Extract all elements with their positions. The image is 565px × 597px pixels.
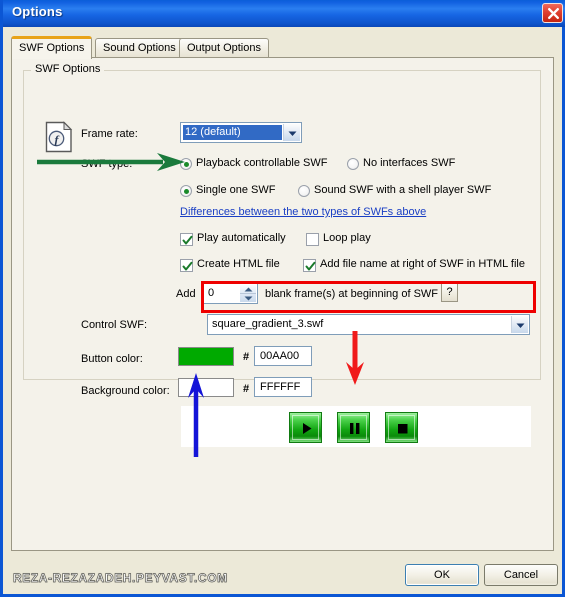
checkbox-label: Loop play <box>323 232 371 244</box>
title-bar: Options <box>3 0 565 27</box>
tab-label: Sound Options <box>103 42 176 54</box>
chevron-down-icon[interactable] <box>283 124 300 141</box>
button-color-hash: # <box>243 351 250 363</box>
tab-label: Output Options <box>187 42 261 54</box>
cancel-button[interactable]: Cancel <box>484 564 558 586</box>
add-blank-frames-prefix: Add <box>176 288 196 300</box>
control-swf-combobox[interactable]: square_gradient_3.swf <box>207 314 530 335</box>
pause-icon[interactable] <box>337 412 370 443</box>
checkbox-label: Add file name at right of SWF in HTML fi… <box>320 258 525 270</box>
play-icon[interactable] <box>289 412 322 443</box>
background-color-hex-input[interactable]: FFFFFF <box>254 377 312 397</box>
tab-output-options[interactable]: Output Options <box>179 38 269 58</box>
background-color-swatch[interactable] <box>178 378 234 397</box>
stop-icon[interactable] <box>385 412 418 443</box>
button-color-label: Button color: <box>81 353 143 365</box>
background-color-hex-value: FFFFFF <box>260 381 301 393</box>
radio-indicator <box>180 185 192 197</box>
swf-type-label: SWF type: <box>81 158 133 170</box>
radio-indicator <box>180 158 192 170</box>
radio-label: Single one SWF <box>196 184 276 196</box>
blank-frames-suffix: blank frame(s) at beginning of SWF <box>265 288 439 300</box>
ok-button[interactable]: OK <box>405 564 479 586</box>
radio-indicator <box>347 158 359 170</box>
window-title: Options <box>12 4 63 19</box>
help-button[interactable]: ? <box>441 283 458 302</box>
frame-rate-label: Frame rate: <box>81 128 138 140</box>
checkbox-indicator <box>180 259 193 272</box>
checkbox-label: Create HTML file <box>197 258 280 270</box>
checkbox-label: Play automatically <box>197 232 286 244</box>
differences-link[interactable]: Differences between the two types of SWF… <box>180 206 426 218</box>
checkbox-indicator <box>180 233 193 246</box>
tab-sound-options[interactable]: Sound Options <box>95 38 184 58</box>
radio-label: No interfaces SWF <box>363 157 456 169</box>
radio-label: Playback controllable SWF <box>196 157 328 169</box>
control-swf-label: Control SWF: <box>81 319 148 331</box>
close-icon[interactable] <box>542 3 563 23</box>
blank-frames-spinner[interactable]: 0 <box>203 283 258 304</box>
background-color-label: Background color: <box>81 385 170 397</box>
button-color-hex-value: 00AA00 <box>260 350 300 362</box>
chevron-down-icon[interactable] <box>511 316 528 333</box>
options-dialog: Options SWF Options Sound Options Output… <box>0 0 565 597</box>
button-color-hex-input[interactable]: 00AA00 <box>254 346 312 366</box>
control-swf-value: square_gradient_3.swf <box>212 318 324 330</box>
group-title: SWF Options <box>31 63 105 75</box>
radio-label: Sound SWF with a shell player SWF <box>314 184 492 196</box>
frame-rate-combobox[interactable]: 12 (default) <box>180 122 302 143</box>
tab-swf-options[interactable]: SWF Options <box>11 36 93 59</box>
checkbox-indicator <box>303 259 316 272</box>
spinner-divider <box>240 293 256 294</box>
swf-preview-strip <box>181 406 531 447</box>
background-color-hash: # <box>243 383 250 395</box>
watermark-text: REZA-REZAZADEH.PEYVAST.COM <box>13 571 228 586</box>
flash-swf-file-icon: f <box>45 121 73 153</box>
checkbox-indicator <box>306 233 319 246</box>
tab-label: SWF Options <box>19 42 85 54</box>
radio-indicator <box>298 185 310 197</box>
frame-rate-value: 12 (default) <box>183 125 282 140</box>
button-color-swatch[interactable] <box>178 347 234 366</box>
spinner-up-down-icon[interactable] <box>240 285 256 302</box>
blank-frames-value: 0 <box>208 287 215 299</box>
dialog-client-area: SWF Options Sound Options Output Options… <box>3 27 562 594</box>
